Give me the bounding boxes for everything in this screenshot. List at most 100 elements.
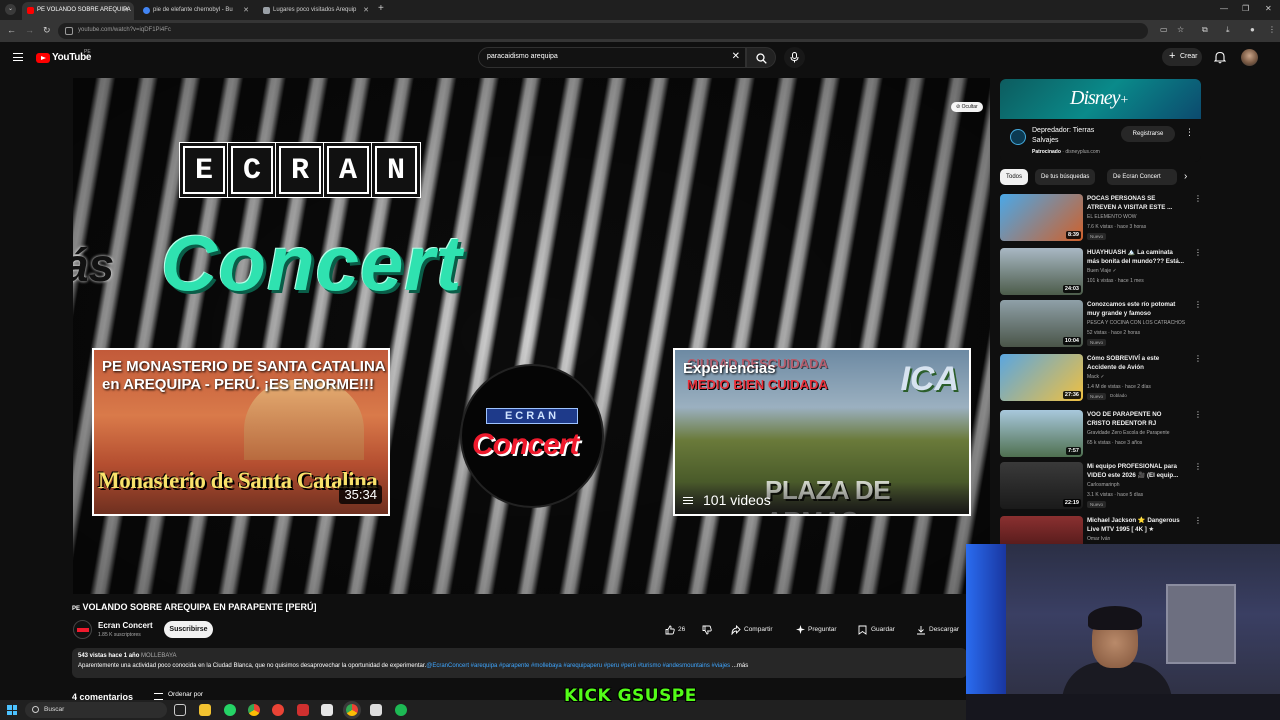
chevron-right-icon[interactable]: › (1184, 171, 1187, 182)
endcard-subscribe-circle[interactable]: ECRAN Concert (462, 366, 602, 506)
video-thumbnail[interactable]: 8:39 (1000, 194, 1083, 241)
more-options-icon[interactable]: ⋮ (1194, 248, 1202, 257)
recommendation-item[interactable]: 27:36 Cómo SOBREVIVÍ a este Accidente de… (1000, 354, 1202, 406)
browser-tab[interactable]: pie de elefante chernobyl - Bu ✕ (138, 2, 254, 20)
more-options-icon[interactable]: ⋮ (1194, 410, 1202, 419)
recommendation-title[interactable]: HUAYHUASH 🏔️ La caminata más bonita del … (1087, 248, 1185, 266)
more-options-icon[interactable]: ⋮ (1194, 462, 1202, 471)
back-icon[interactable]: ← (7, 25, 16, 35)
recording-app-icon[interactable] (297, 704, 309, 716)
task-view-icon[interactable] (174, 704, 186, 716)
site-info-icon[interactable] (65, 27, 73, 35)
recommendation-item[interactable]: 7:57 VOO DE PARAPENTE NO CRISTO REDENTOR… (1000, 410, 1202, 462)
video-location[interactable]: MOLLEBAYA (141, 653, 176, 659)
recommendation-title[interactable]: Mi equipo PROFESIONAL para VIDEO este 20… (1087, 462, 1185, 480)
subscribe-button[interactable]: Suscribirse (164, 621, 213, 638)
close-tab-icon[interactable]: ✕ (123, 6, 129, 14)
url-field[interactable]: youtube.com/watch?v=iqDF1Pi4Fc (58, 23, 1148, 39)
voice-search-button[interactable] (784, 47, 805, 68)
more-options-icon[interactable]: ⋮ (1194, 300, 1202, 309)
extensions-icon[interactable]: ⧉ (1202, 25, 1208, 35)
taskbar-search[interactable]: Buscar (25, 702, 167, 718)
recommendation-title[interactable]: POCAS PERSONAS SE ATREVEN A VISITAR ESTE… (1087, 194, 1185, 212)
video-player[interactable]: ás E C R A N Concert PE MONASTERIO DE SA… (73, 78, 990, 594)
chip-all[interactable]: Todos (1000, 169, 1029, 185)
app-icon[interactable] (370, 704, 382, 716)
close-tab-icon[interactable]: ✕ (243, 6, 249, 14)
bookmark-star-icon[interactable]: ☆ (1177, 25, 1184, 34)
close-window-icon[interactable]: ✕ (1265, 4, 1272, 13)
register-button[interactable]: Registrarse (1121, 126, 1175, 142)
save-button[interactable]: Guardar (858, 621, 895, 638)
recommendation-channel[interactable]: Omar Iván (1087, 536, 1197, 542)
video-thumbnail[interactable] (1000, 516, 1083, 544)
user-avatar[interactable] (1241, 49, 1258, 66)
minimize-icon[interactable]: — (1220, 4, 1228, 13)
show-more-link[interactable]: ...más (732, 663, 748, 669)
maximize-icon[interactable]: ❐ (1242, 4, 1249, 13)
video-thumbnail[interactable]: 24:03 (1000, 248, 1083, 295)
video-thumbnail[interactable]: 27:36 (1000, 354, 1083, 401)
recommendation-channel[interactable]: Buen Viaje ✓ (1087, 268, 1197, 274)
recommendation-channel[interactable]: EL ELEMENTO WOW (1087, 214, 1197, 220)
video-thumbnail[interactable]: 7:57 (1000, 410, 1083, 457)
tab-list-button[interactable]: ⌄ (5, 4, 16, 15)
hide-button[interactable]: ⊘ Ocultar (951, 102, 983, 112)
forward-icon[interactable]: → (25, 25, 34, 35)
share-button[interactable]: Compartir (731, 621, 773, 638)
recommendation-item[interactable]: 24:03 HUAYHUASH 🏔️ La caminata más bonit… (1000, 248, 1202, 300)
install-icon[interactable]: ▭ (1160, 25, 1168, 34)
recommendation-title[interactable]: Cómo SOBREVIVÍ a este Accidente de Avión (1087, 354, 1185, 372)
endcard-playlist[interactable]: CIUDAD DESCUIDADA MEDIO BIEN CUIDADA Exp… (673, 348, 971, 516)
download-icon[interactable]: ⤓ (1226, 25, 1230, 35)
profile-icon[interactable]: ● (1250, 25, 1255, 34)
app-icon[interactable] (321, 704, 333, 716)
whatsapp-icon[interactable] (224, 704, 236, 716)
chip-from-channel[interactable]: De Ecran Concert (1107, 169, 1177, 185)
new-tab-button[interactable]: + (378, 3, 384, 14)
browser-menu-icon[interactable]: ⋮ (1268, 25, 1276, 34)
app-icon[interactable] (272, 704, 284, 716)
sidebar-ad[interactable]: Disney+ Depredador: Tierras Salvajes Pat… (1000, 79, 1201, 162)
chip-from-searches[interactable]: De tus búsquedas (1035, 169, 1096, 185)
chrome-active-icon[interactable] (346, 704, 358, 716)
create-button[interactable]: Crear (1162, 48, 1202, 66)
spotify-icon[interactable] (395, 704, 407, 716)
notifications-bell-icon[interactable] (1214, 51, 1226, 64)
windows-start-icon[interactable] (7, 705, 17, 715)
download-button[interactable]: Descargar (916, 621, 959, 638)
dislike-button[interactable] (702, 621, 714, 638)
recommendation-item[interactable]: 10:04 Conozcamos este río potomat muy gr… (1000, 300, 1202, 352)
more-options-icon[interactable]: ⋮ (1194, 516, 1200, 525)
recommendation-item[interactable]: 8:39 POCAS PERSONAS SE ATREVEN A VISITAR… (1000, 194, 1202, 246)
description-box[interactable]: 543 vistas hace 1 año MOLLEBAYA Aparente… (72, 648, 967, 678)
ask-button[interactable]: Preguntar (796, 621, 837, 638)
sort-comments-button[interactable]: Ordenar por (154, 691, 203, 700)
channel-name[interactable]: Ecran Concert (98, 621, 153, 630)
reload-icon[interactable]: ↻ (43, 25, 51, 36)
ad-title[interactable]: Depredador: Tierras Salvajes (1032, 126, 1117, 146)
recommendation-channel[interactable]: Mack ✓ (1087, 374, 1197, 380)
recommendation-channel[interactable]: Gravidade Zero Escola de Parapente (1087, 430, 1197, 436)
recommendation-item[interactable]: 22:19 Mi equipo PROFESIONAL para VIDEO e… (1000, 462, 1202, 514)
recommendation-title[interactable]: VOO DE PARAPENTE NO CRISTO REDENTOR RJ (1087, 410, 1185, 428)
recommendation-title[interactable]: Michael Jackson ⭐ Dangerous Live MTV 199… (1087, 516, 1185, 534)
video-thumbnail[interactable]: 10:04 (1000, 300, 1083, 347)
description-tags[interactable]: @EcranConcert #arequipa #parapente #moll… (426, 663, 730, 669)
recommendation-title[interactable]: Conozcamos este río potomat muy grande y… (1087, 300, 1185, 318)
recommendation-channel[interactable]: PESCA Y COCINA CON LOS CATRACHOS (1087, 320, 1197, 326)
more-options-icon[interactable]: ⋮ (1185, 127, 1194, 138)
recommendation-channel[interactable]: Carlosmarinph (1087, 482, 1197, 488)
search-input[interactable]: paracaidismo arequipa ✕ (478, 47, 746, 68)
more-options-icon[interactable]: ⋮ (1194, 354, 1202, 363)
file-explorer-icon[interactable] (199, 704, 211, 716)
browser-tab-active[interactable]: PE VOLANDO SOBRE AREQUIPA ✕ (22, 2, 134, 20)
like-button[interactable]: 26 (665, 621, 691, 638)
recommendation-item[interactable]: Michael Jackson ⭐ Dangerous Live MTV 199… (1000, 516, 1200, 544)
clear-search-icon[interactable]: ✕ (732, 51, 740, 62)
browser-tab[interactable]: Lugares poco visitados Arequip ✕ (258, 2, 374, 20)
endcard-video[interactable]: PE MONASTERIO DE SANTA CATALINA en AREQU… (92, 348, 390, 516)
close-tab-icon[interactable]: ✕ (363, 6, 369, 14)
video-thumbnail[interactable]: 22:19 (1000, 462, 1083, 509)
hamburger-menu-icon[interactable] (13, 53, 23, 61)
